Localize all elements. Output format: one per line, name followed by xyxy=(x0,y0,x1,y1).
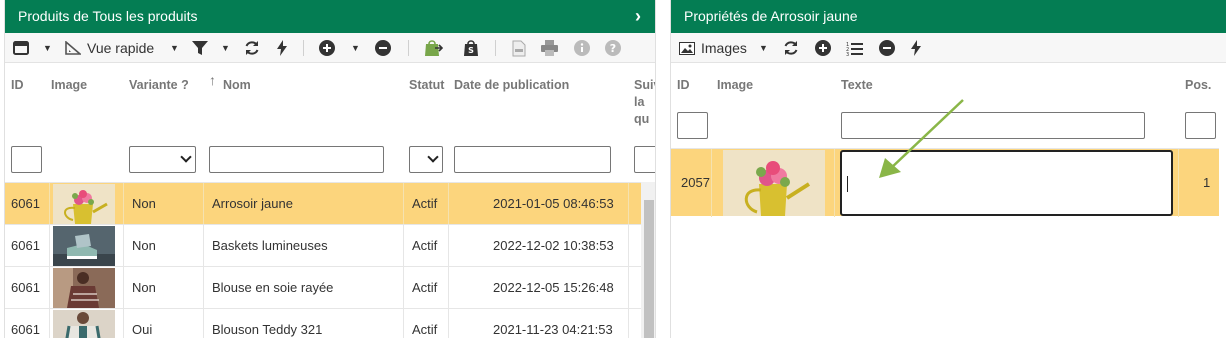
chevron-right-icon[interactable]: › xyxy=(635,0,641,33)
row-status: Actif xyxy=(412,322,438,337)
images-dropdown-caret-icon[interactable]: ▼ xyxy=(759,33,768,63)
svg-text:3: 3 xyxy=(846,52,849,56)
filter-name-input[interactable] xyxy=(209,146,384,173)
filter-id-input[interactable] xyxy=(11,146,42,173)
view-selector[interactable]: Vue rapide xyxy=(65,33,154,63)
column-header-tracking[interactable]: Suivi xyxy=(634,78,655,92)
properties-panel-title: Propriétés de Arrosoir jaune xyxy=(684,8,858,24)
row-variant: Oui xyxy=(132,322,153,337)
product-image-watering-can xyxy=(53,184,115,224)
filter-variant-select[interactable] xyxy=(129,146,196,173)
properties-panel-header: Propriétés de Arrosoir jaune xyxy=(671,0,1226,33)
column-header-variant[interactable]: Variante ? xyxy=(129,78,189,92)
images-view-selector[interactable]: Images xyxy=(679,33,747,63)
layout-dropdown-caret-icon[interactable]: ▼ xyxy=(43,33,52,63)
row-publication-date: 2022-12-02 10:38:53 xyxy=(493,238,614,253)
properties-panel: Propriétés de Arrosoir jaune Images ▼ 12… xyxy=(670,0,1226,338)
image-icon xyxy=(679,41,695,55)
products-panel-title: Produits de Tous les produits xyxy=(18,8,198,24)
row-id: 6061 xyxy=(11,280,40,295)
row-publication-date: 2021-11-23 04:21:53 xyxy=(493,322,613,337)
product-image-silk-blouse xyxy=(53,268,115,308)
svg-text:?: ? xyxy=(610,42,616,55)
image-thumbnail-watering-can xyxy=(723,150,825,216)
row-status: Actif xyxy=(412,196,438,211)
row-publication-date: 2021-01-05 08:46:53 xyxy=(493,196,614,211)
filter-date-input[interactable] xyxy=(454,146,611,173)
remove-icon[interactable] xyxy=(879,33,895,63)
products-panel-header: Produits de Tous les produits › xyxy=(5,0,655,33)
row-id: 6061 xyxy=(11,238,40,253)
table-row[interactable]: 6061 Non Blouse en soie rayée Actif 2022… xyxy=(5,266,641,309)
row-id: 6061 xyxy=(11,196,40,211)
row-variant: Non xyxy=(132,196,156,211)
row-status: Actif xyxy=(412,238,438,253)
row-id: 6061 xyxy=(11,322,40,337)
product-image-teddy-jacket xyxy=(53,310,115,338)
row-name: Blouse en soie rayée xyxy=(212,280,334,295)
table-row[interactable]: 6061 Oui Blouson Teddy 321 Actif 2021-11… xyxy=(5,308,641,338)
help-icon[interactable]: ? xyxy=(605,33,621,63)
filter-icon[interactable] xyxy=(192,33,208,63)
view-selector-label: Vue rapide xyxy=(87,40,155,56)
lightning-icon[interactable] xyxy=(277,33,287,63)
table-scrollbar[interactable] xyxy=(641,182,655,338)
remove-icon[interactable] xyxy=(375,33,391,63)
column-header-name[interactable]: Nom xyxy=(223,78,251,92)
product-image-sneakers xyxy=(53,226,115,266)
text-caret xyxy=(847,176,848,192)
filter-status-select[interactable] xyxy=(409,146,443,173)
layout-icon[interactable] xyxy=(13,33,29,63)
column-header-text[interactable]: Texte xyxy=(841,78,873,92)
column-header-id[interactable]: ID xyxy=(11,78,24,92)
row-publication-date: 2022-12-05 15:26:48 xyxy=(493,280,614,295)
row-variant: Non xyxy=(132,280,156,295)
images-view-label: Images xyxy=(701,40,747,56)
filter-id-input[interactable] xyxy=(677,112,708,139)
row-name: Arrosoir jaune xyxy=(212,196,293,211)
column-header-tracking-line3: qu xyxy=(634,112,650,126)
shopify-icon[interactable]: S xyxy=(462,33,480,63)
filter-tracking-select[interactable] xyxy=(634,146,655,173)
filter-position-input[interactable] xyxy=(1185,112,1216,139)
ruler-icon xyxy=(65,41,81,55)
table-row[interactable]: 6061 Non Baskets lumineuses Actif 2022-1… xyxy=(5,224,641,267)
products-toolbar: ▼ Vue rapide ▼ ▼ ▼ S ? xyxy=(5,33,655,63)
column-header-id[interactable]: ID xyxy=(677,78,690,92)
info-icon[interactable] xyxy=(574,33,590,63)
annotation-arrow-icon xyxy=(879,99,964,178)
lightning-icon[interactable] xyxy=(911,33,921,63)
column-header-image[interactable]: Image xyxy=(717,78,753,92)
add-dropdown-caret-icon[interactable]: ▼ xyxy=(351,33,360,63)
row-name: Blouson Teddy 321 xyxy=(212,322,323,337)
svg-text:S: S xyxy=(468,46,474,55)
column-header-image[interactable]: Image xyxy=(51,78,87,92)
sort-ascending-icon[interactable]: ↑ xyxy=(209,72,216,88)
column-header-position[interactable]: Pos. xyxy=(1185,78,1211,92)
print-icon[interactable] xyxy=(541,33,558,63)
row-status: Actif xyxy=(412,280,438,295)
row-name: Baskets lumineuses xyxy=(212,238,328,253)
refresh-icon[interactable] xyxy=(783,33,799,63)
scrollbar-thumb[interactable] xyxy=(644,200,654,338)
shopify-sync-icon[interactable] xyxy=(423,33,443,63)
products-panel: Produits de Tous les produits › ▼ Vue ra… xyxy=(4,0,656,338)
add-icon[interactable] xyxy=(319,33,335,63)
row-variant: Non xyxy=(132,238,156,253)
column-header-status[interactable]: Statut xyxy=(409,78,444,92)
ordered-list-icon[interactable]: 123 xyxy=(846,33,863,63)
view-dropdown-caret-icon[interactable]: ▼ xyxy=(170,33,179,63)
refresh-icon[interactable] xyxy=(244,33,260,63)
table-row[interactable]: 6061 Non Arrosoir jaune Actif 2021-01-05… xyxy=(5,182,641,225)
add-icon[interactable] xyxy=(815,33,831,63)
properties-toolbar: Images ▼ 123 xyxy=(671,33,1226,63)
row-position: 1 xyxy=(1203,175,1211,190)
row-id: 2057 xyxy=(681,175,710,190)
csv-export-icon[interactable] xyxy=(512,33,526,63)
filter-dropdown-caret-icon[interactable]: ▼ xyxy=(221,33,230,63)
column-header-tracking-line2: la xyxy=(634,95,645,109)
column-header-publication-date[interactable]: Date de publication xyxy=(454,78,569,92)
